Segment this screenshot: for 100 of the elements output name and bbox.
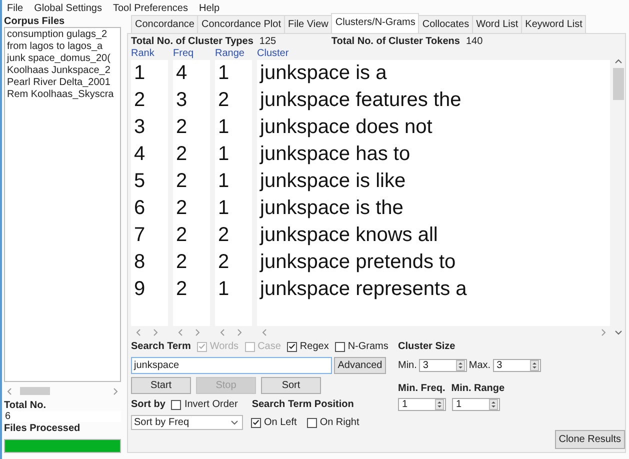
sort-dropdown[interactable]: Sort by Freq [131,415,243,430]
summary-label: Total No. of Cluster Tokens [331,36,460,47]
max-label: Max. [468,360,491,371]
table-cell-text: junkspace represents a [258,277,468,302]
summary-value: 125 [259,36,278,47]
table-cell-text: 2 [217,88,230,113]
min-label: Min. [398,360,417,371]
scroll-up-icon[interactable] [615,59,622,64]
scroll-left-icon[interactable] [262,329,267,336]
scroll-thumb[interactable] [613,68,624,100]
menu-item[interactable]: Help [199,3,220,15]
table-cell-text: 2 [175,250,188,275]
tab[interactable]: Collocates [418,15,474,33]
scroll-right-icon[interactable] [195,329,200,336]
scroll-right-icon[interactable] [601,329,606,336]
search-term-label: Search Term [131,341,191,352]
clone-results-button[interactable]: Clone Results [554,430,625,449]
checkbox[interactable] [286,342,297,352]
checkbox[interactable] [306,418,317,428]
corpus-file[interactable]: consumption gulags_2 [7,29,118,41]
scroll-left-icon[interactable] [178,329,183,336]
max-spinbox[interactable]: 3 [492,359,541,372]
column-header[interactable]: Rank [131,47,168,60]
corpus-file[interactable]: junk space_domus_20( [7,53,118,65]
table-cell-text: junkspace has to [258,142,412,167]
tab[interactable]: Keyword List [521,15,586,33]
caret-icon[interactable] [231,420,238,425]
table-cell-text: 1 [217,169,230,194]
menu-item[interactable]: Tool Preferences [112,3,188,15]
spin-arrows-icon[interactable] [530,360,539,371]
table-cell-text: 2 [217,250,230,275]
table-cell-text: 2 [217,223,230,248]
min-freq-label: Min. Freq. [398,383,446,394]
table-cell-text: junkspace is a [258,61,388,86]
table-cell-text: 2 [175,142,188,167]
table-cell-text: 1 [217,61,230,86]
table-cell-text: 6 [133,196,146,221]
table-cell-text: 7 [133,223,146,248]
action-button[interactable]: Sort [261,377,321,394]
tab[interactable]: Clusters/N-Grams [331,13,420,33]
scroll-left-icon[interactable] [220,329,225,336]
scroll-down-icon[interactable] [615,330,622,335]
table-cell-text: 2 [175,277,188,302]
corpus-file[interactable]: from lagos to lagos_a [7,41,118,53]
table-cell-text: junkspace pretends to [258,250,457,275]
checkbox-label: Regex [300,341,329,352]
table-cell-text: 3 [175,88,188,113]
table-cell-text: 2 [175,223,188,248]
cluster-size-label: Cluster Size [398,341,456,352]
checkbox-label: Invert Order [184,399,238,410]
spin-arrows-icon[interactable] [435,399,444,410]
scroll-right-icon[interactable] [153,329,158,336]
menu-item[interactable]: Global Settings [34,3,102,15]
checkbox[interactable] [251,418,261,428]
panel-title: Corpus Files [4,16,66,27]
table-cell-text: 2 [133,88,146,113]
corpus-file[interactable]: Koolhaas Junkspace_2 [7,65,118,77]
checkbox[interactable] [334,342,345,352]
scroll-right-icon[interactable] [237,329,242,336]
action-button[interactable]: Start [131,377,191,394]
column-header[interactable]: Cluster [257,47,610,60]
corpus-file[interactable]: Rem Koolhaas_Skyscra [7,89,118,101]
scroll-thumb[interactable] [20,387,50,395]
column-header[interactable]: Freq [173,47,210,60]
min-freq-spinbox[interactable]: 1 [398,398,446,411]
total-field: 6 [4,411,121,422]
table-cell-text: 1 [217,196,230,221]
corpus-file[interactable]: Pearl River Delta_2001 [7,77,118,89]
min-spinbox[interactable]: 3 [418,359,467,372]
table-cell-text: 8 [133,250,146,275]
menu-item[interactable]: File [7,3,24,15]
spin-arrows-icon[interactable] [456,360,465,371]
table-cell-text: 1 [217,142,230,167]
table-cell-text: junkspace is the [258,196,404,221]
checkbox-label: On Right [320,417,360,428]
advanced-button[interactable]: Advanced [334,357,386,374]
total-label: Total No. [4,400,48,411]
position-label: Search Term Position [252,399,354,410]
sort-label: Sort by [131,399,166,410]
column-header[interactable]: Range [215,47,252,60]
table-cell-text: 2 [175,169,188,194]
table-cell-text: 3 [133,115,146,140]
search-field[interactable]: junkspace [131,357,332,374]
table-cell-text: 1 [217,115,230,140]
min-range-label: Min. Range [451,383,505,394]
tab[interactable]: File View [284,15,332,33]
scroll-left-icon[interactable] [7,388,12,394]
tab[interactable]: Concordance Plot [197,15,285,33]
checkbox-label: Words [210,341,239,352]
tab[interactable]: Word List [472,15,522,33]
summary-label: Total No. of Cluster Types [131,36,254,47]
scroll-right-icon[interactable] [113,388,118,394]
tab[interactable]: Concordance [131,15,198,33]
table-cell-text: junkspace features the [258,88,462,113]
checkbox[interactable] [171,400,182,410]
table-cell-text: 9 [133,277,146,302]
checkbox-label: N-Grams [348,341,388,352]
min-range-spinbox[interactable]: 1 [452,398,500,411]
scroll-left-icon[interactable] [136,329,141,336]
spin-arrows-icon[interactable] [489,399,498,410]
